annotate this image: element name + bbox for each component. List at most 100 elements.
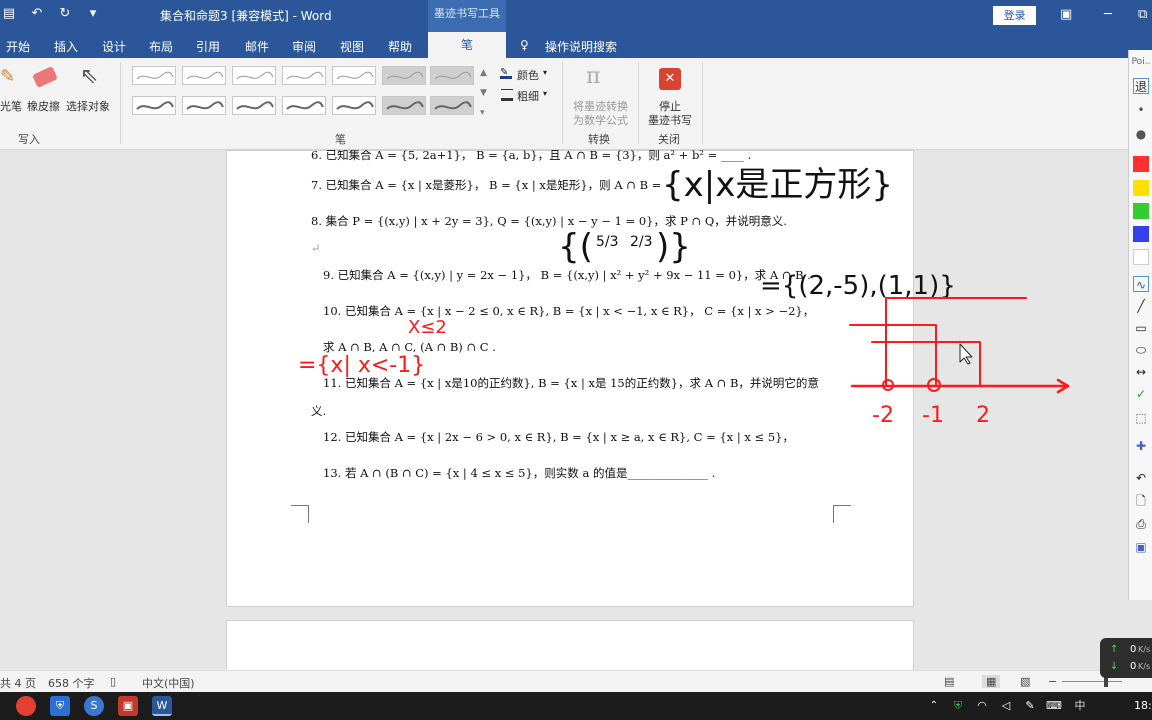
color-dropdown-icon[interactable]: ▾ bbox=[543, 68, 547, 77]
ribbon-display-options-icon[interactable]: ▣ bbox=[1060, 7, 1072, 22]
highlighter-icon[interactable]: ✎ bbox=[0, 66, 16, 90]
undo-ink-icon[interactable]: ↶ bbox=[1133, 470, 1149, 486]
tab-layout[interactable]: 布局 bbox=[149, 38, 173, 55]
gallery-more-icon[interactable]: ▾ bbox=[480, 108, 485, 118]
ellipse-icon[interactable]: ⬭ bbox=[1133, 342, 1149, 358]
color-icon[interactable]: ✎ bbox=[500, 67, 512, 79]
move-icon[interactable]: ✚ bbox=[1133, 438, 1149, 454]
zoom-slider[interactable] bbox=[1062, 681, 1122, 682]
screenshot-icon[interactable]: ▣ bbox=[1133, 539, 1149, 555]
tab-help[interactable]: 帮助 bbox=[388, 38, 412, 55]
new-page-icon[interactable]: 🗋 bbox=[1133, 493, 1149, 509]
tab-pen[interactable]: 笔 bbox=[428, 32, 506, 58]
pen-preset[interactable] bbox=[232, 66, 276, 85]
thickness-button[interactable]: 粗细 bbox=[517, 88, 539, 104]
read-mode-icon[interactable]: ▤ bbox=[944, 675, 954, 688]
login-button[interactable]: 登录 bbox=[993, 6, 1036, 25]
write-group-label: 写入 bbox=[18, 133, 40, 146]
highlighter-label[interactable]: 光笔 bbox=[0, 98, 22, 114]
color-white-swatch[interactable] bbox=[1133, 249, 1149, 265]
tell-me-icon[interactable]: ♀ bbox=[520, 38, 529, 52]
ink-to-math-icon[interactable]: π bbox=[586, 64, 600, 89]
pen-preset[interactable] bbox=[182, 96, 226, 115]
gallery-scroll-up-icon[interactable]: ▲ bbox=[480, 68, 487, 78]
tab-mailings[interactable]: 邮件 bbox=[245, 38, 269, 55]
tab-references[interactable]: 引用 bbox=[196, 38, 220, 55]
color-red-swatch[interactable] bbox=[1133, 156, 1149, 172]
pen-preset[interactable] bbox=[382, 96, 426, 115]
word-taskbar-icon[interactable]: W bbox=[152, 696, 172, 716]
pen-preset[interactable] bbox=[430, 96, 474, 115]
pen-preset[interactable] bbox=[430, 66, 474, 85]
tray-expand-icon[interactable]: ⌃ bbox=[924, 696, 944, 716]
redo-icon[interactable]: ↻ bbox=[56, 6, 74, 21]
tab-view[interactable]: 视图 bbox=[340, 38, 364, 55]
chrome-icon[interactable] bbox=[16, 696, 36, 716]
color-yellow-swatch[interactable] bbox=[1133, 180, 1149, 196]
pen-preset[interactable] bbox=[282, 96, 326, 115]
undo-icon[interactable]: ↶ bbox=[28, 6, 46, 21]
stop-inking-icon[interactable]: ✕ bbox=[659, 68, 681, 90]
pen-preset[interactable] bbox=[332, 66, 376, 85]
word-count[interactable]: 658 个字 bbox=[48, 675, 95, 691]
rectangle-icon[interactable]: ▭ bbox=[1133, 320, 1149, 336]
document-page[interactable]: 6. 已知集合 A = {5, 2a+1}， B = {a, b}，且 A ∩ … bbox=[226, 150, 914, 607]
color-blue-swatch[interactable] bbox=[1133, 226, 1149, 242]
tray-keyboard-icon[interactable]: ⌨ bbox=[1044, 696, 1064, 716]
clock[interactable]: 18:5 bbox=[1134, 699, 1152, 712]
double-arrow-icon[interactable]: ↔ bbox=[1133, 364, 1149, 380]
check-icon[interactable]: ✓ bbox=[1133, 386, 1149, 402]
pen-preset[interactable] bbox=[182, 66, 226, 85]
color-green-swatch[interactable] bbox=[1133, 203, 1149, 219]
ribbon-tabs: 开始 插入 设计 布局 引用 邮件 审阅 视图 帮助 笔 ♀ 操作说明搜索 bbox=[0, 32, 1152, 58]
eraser-icon[interactable] bbox=[32, 66, 58, 88]
side-retreat-button[interactable]: 退 bbox=[1133, 78, 1149, 94]
select-objects-icon[interactable]: ⇖ bbox=[80, 64, 98, 89]
small-dot-icon[interactable]: • bbox=[1133, 102, 1149, 118]
freehand-icon[interactable]: ∿ bbox=[1133, 276, 1149, 292]
thickness-icon[interactable] bbox=[501, 89, 513, 101]
pen-preset[interactable] bbox=[282, 66, 326, 85]
select-objects-label[interactable]: 选择对象 bbox=[66, 98, 110, 114]
save-icon[interactable]: ▤ bbox=[0, 6, 18, 21]
tab-design[interactable]: 设计 bbox=[102, 38, 126, 55]
pen-preset[interactable] bbox=[332, 96, 376, 115]
tab-review[interactable]: 审阅 bbox=[292, 38, 316, 55]
restore-button[interactable]: ⧉ bbox=[1138, 7, 1147, 22]
thickness-dropdown-icon[interactable]: ▾ bbox=[543, 89, 547, 98]
zoom-out-button[interactable]: − bbox=[1048, 675, 1057, 688]
pen-preset[interactable] bbox=[232, 96, 276, 115]
gallery-scroll-down-icon[interactable]: ▼ bbox=[480, 88, 487, 98]
color-button[interactable]: 颜色 bbox=[517, 67, 539, 83]
tray-shield-icon[interactable]: ⛨ bbox=[948, 696, 968, 716]
tell-me-search[interactable]: 操作说明搜索 bbox=[545, 38, 617, 55]
document-canvas[interactable]: 6. 已知集合 A = {5, 2a+1}， B = {a, b}，且 A ∩ … bbox=[0, 150, 1128, 670]
tray-pen-icon[interactable]: ✎ bbox=[1020, 696, 1040, 716]
tab-insert[interactable]: 插入 bbox=[54, 38, 78, 55]
page-count[interactable]: 共 4 页 bbox=[0, 675, 36, 691]
print-layout-icon[interactable]: ▦ bbox=[982, 675, 1001, 688]
tray-volume-icon[interactable]: ◁ bbox=[996, 696, 1016, 716]
line-icon[interactable]: ╱ bbox=[1133, 298, 1149, 314]
security-shield-icon[interactable]: ⛨ bbox=[50, 696, 70, 716]
web-layout-icon[interactable]: ▧ bbox=[1020, 675, 1030, 688]
language-indicator[interactable]: 中文(中国) bbox=[142, 675, 195, 691]
minimize-button[interactable]: ─ bbox=[1104, 7, 1112, 22]
customize-qat-icon[interactable]: ▾ bbox=[84, 6, 102, 21]
large-dot-icon[interactable]: ● bbox=[1133, 126, 1149, 142]
browser-icon[interactable]: S bbox=[84, 696, 104, 716]
tray-ime-icon[interactable]: 中 bbox=[1070, 696, 1090, 716]
pen-preset[interactable] bbox=[132, 66, 176, 85]
pen-preset[interactable] bbox=[132, 96, 176, 115]
eraser-label[interactable]: 橡皮擦 bbox=[27, 98, 60, 114]
tab-home[interactable]: 开始 bbox=[6, 38, 30, 55]
pen-preset[interactable] bbox=[382, 66, 426, 85]
select-region-icon[interactable]: ⬚ bbox=[1133, 410, 1149, 426]
media-icon[interactable]: ▣ bbox=[118, 696, 138, 716]
proofing-icon[interactable]: ▯ bbox=[110, 675, 116, 688]
document-page-2[interactable] bbox=[226, 620, 914, 670]
ink-to-math-label-2[interactable]: 为数学公式 bbox=[573, 112, 628, 128]
stop-inking-label-2[interactable]: 墨迹书写 bbox=[648, 112, 692, 128]
tray-wifi-icon[interactable]: ◠ bbox=[972, 696, 992, 716]
print-icon[interactable]: ⎙ bbox=[1133, 516, 1149, 532]
